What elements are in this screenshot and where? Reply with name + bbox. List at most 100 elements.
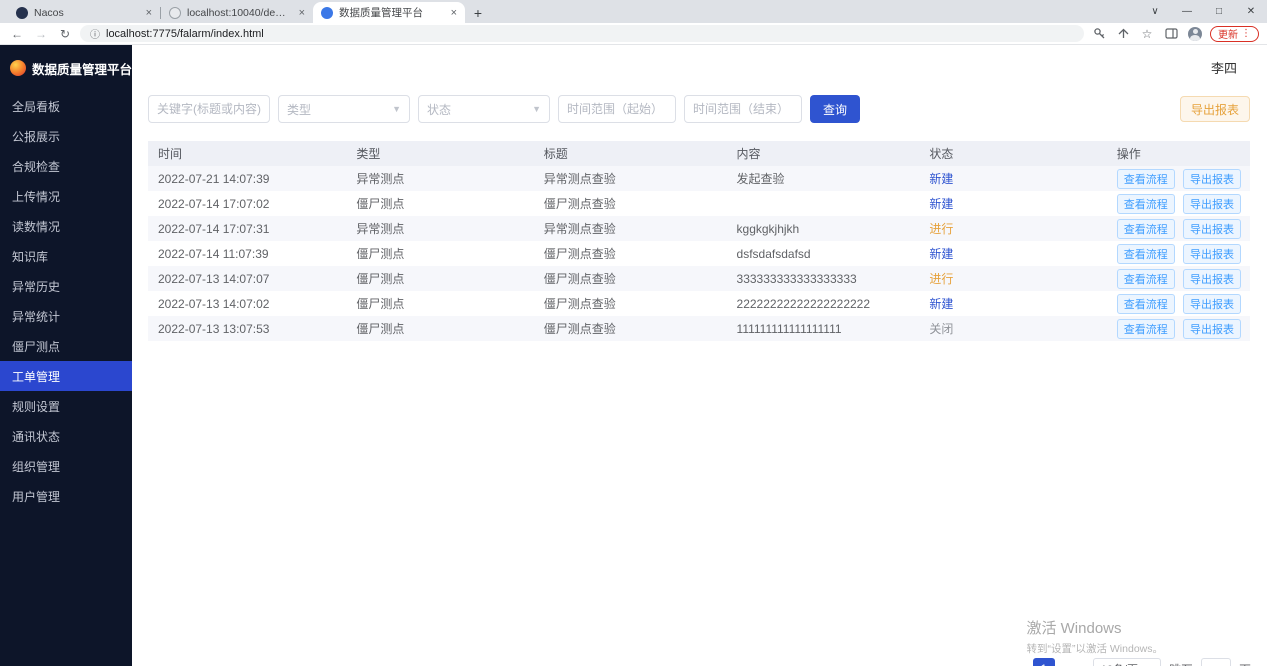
tab-close-icon[interactable]: × bbox=[451, 7, 457, 19]
export-report-button[interactable]: 导出报表 bbox=[1183, 219, 1241, 239]
sidebar-item-label: 工单管理 bbox=[12, 368, 60, 385]
sidebar-item-异常统计[interactable]: 异常统计 bbox=[0, 301, 132, 331]
side-panel-icon[interactable] bbox=[1162, 25, 1180, 43]
cell-title: 异常测点查验 bbox=[534, 166, 727, 191]
cell-content: 22222222222222222222 bbox=[727, 291, 920, 316]
sidebar-item-知识库[interactable]: 知识库 bbox=[0, 241, 132, 271]
export-report-button[interactable]: 导出报表 bbox=[1183, 169, 1241, 189]
pagination: ‹ 1 › 10条/页 ▼ 跳至 页 bbox=[1003, 658, 1251, 666]
tab-close-icon[interactable]: × bbox=[146, 7, 152, 19]
time-end-input[interactable] bbox=[684, 95, 802, 123]
chrome-update-button[interactable]: 更新 ⋮ bbox=[1210, 26, 1259, 42]
jump-page-input[interactable] bbox=[1201, 658, 1231, 666]
next-page-button[interactable]: › bbox=[1063, 658, 1085, 666]
page-number-button[interactable]: 1 bbox=[1033, 658, 1055, 666]
keyword-input[interactable] bbox=[148, 95, 270, 123]
address-bar[interactable]: ⓘ localhost:7775/falarm/index.html bbox=[80, 25, 1084, 42]
sidebar-item-上传情况[interactable]: 上传情况 bbox=[0, 181, 132, 211]
view-process-button[interactable]: 查看流程 bbox=[1117, 219, 1175, 239]
table-row: 2022-07-14 11:07:39 僵尸测点 僵尸测点查验 dsfsdafs… bbox=[148, 241, 1250, 266]
cell-actions: 查看流程 导出报表 bbox=[1107, 216, 1250, 241]
refresh-icon[interactable]: ↻ bbox=[56, 27, 74, 41]
browser-tab-strip: Nacos × localhost:10040/demo/psjdb... × … bbox=[0, 0, 1267, 23]
tab-localhost-demo[interactable]: localhost:10040/demo/psjdb... × bbox=[161, 2, 313, 23]
new-tab-button[interactable]: + bbox=[465, 2, 491, 23]
maximize-button[interactable]: □ bbox=[1203, 0, 1235, 23]
export-report-button[interactable]: 导出报表 bbox=[1183, 194, 1241, 214]
view-process-button[interactable]: 查看流程 bbox=[1117, 319, 1175, 339]
page-info-icon[interactable]: ⓘ bbox=[90, 26, 100, 41]
tab-title: 数据质量管理平台 bbox=[339, 5, 445, 20]
cell-title: 异常测点查验 bbox=[534, 216, 727, 241]
page-size-select[interactable]: 10条/页 ▼ bbox=[1093, 658, 1161, 666]
main-area: 李四 类型 ▼ 状态 ▼ 查询 导出报表 时间类型标题内容 bbox=[132, 45, 1267, 666]
sidebar-item-label: 全局看板 bbox=[12, 98, 60, 115]
sidebar-item-全局看板[interactable]: 全局看板 bbox=[0, 91, 132, 121]
forward-icon[interactable]: → bbox=[32, 27, 50, 41]
status-badge: 新建 bbox=[919, 166, 1106, 191]
time-start-input[interactable] bbox=[558, 95, 676, 123]
sidebar-item-通讯状态[interactable]: 通讯状态 bbox=[0, 421, 132, 451]
cell-title: 僵尸测点查验 bbox=[534, 291, 727, 316]
url-text: localhost:7775/falarm/index.html bbox=[106, 28, 264, 40]
window-controls: ∨ — □ ✕ bbox=[1139, 0, 1267, 23]
cell-actions: 查看流程 导出报表 bbox=[1107, 166, 1250, 191]
sidebar-item-读数情况[interactable]: 读数情况 bbox=[0, 211, 132, 241]
view-process-button[interactable]: 查看流程 bbox=[1117, 244, 1175, 264]
sidebar-item-组织管理[interactable]: 组织管理 bbox=[0, 451, 132, 481]
sidebar-item-合规检查[interactable]: 合规检查 bbox=[0, 151, 132, 181]
export-report-top-button[interactable]: 导出报表 bbox=[1180, 96, 1250, 122]
export-report-button[interactable]: 导出报表 bbox=[1183, 294, 1241, 314]
tab-search-icon[interactable]: ∨ bbox=[1139, 0, 1171, 23]
document-favicon-icon bbox=[169, 7, 181, 19]
view-process-button[interactable]: 查看流程 bbox=[1117, 194, 1175, 214]
jump-label: 跳至 bbox=[1169, 661, 1193, 666]
page-root: 数据质量管理平台 全局看板 公报展示 合规检查 上传情况 读数情况 知识库 异常… bbox=[0, 45, 1267, 666]
tab-nacos[interactable]: Nacos × bbox=[8, 2, 160, 23]
password-key-icon[interactable] bbox=[1090, 25, 1108, 43]
prev-page-button[interactable]: ‹ bbox=[1003, 658, 1025, 666]
type-select[interactable]: 类型 ▼ bbox=[278, 95, 410, 123]
cell-content: dsfsdafsdafsd bbox=[727, 241, 920, 266]
bookmark-star-icon[interactable]: ☆ bbox=[1138, 25, 1156, 43]
share-icon[interactable] bbox=[1114, 25, 1132, 43]
sidebar-item-僵尸测点[interactable]: 僵尸测点 bbox=[0, 331, 132, 361]
cell-actions: 查看流程 导出报表 bbox=[1107, 316, 1250, 341]
sidebar-item-用户管理[interactable]: 用户管理 bbox=[0, 481, 132, 511]
minimize-button[interactable]: — bbox=[1171, 0, 1203, 23]
cell-title: 僵尸测点查验 bbox=[534, 191, 727, 216]
view-process-button[interactable]: 查看流程 bbox=[1117, 269, 1175, 289]
sidebar: 数据质量管理平台 全局看板 公报展示 合规检查 上传情况 读数情况 知识库 异常… bbox=[0, 45, 132, 666]
status-badge: 新建 bbox=[919, 291, 1106, 316]
tab-data-quality-platform[interactable]: 数据质量管理平台 × bbox=[313, 2, 465, 23]
table-row: 2022-07-13 14:07:07 僵尸测点 僵尸测点查验 33333333… bbox=[148, 266, 1250, 291]
table-row: 2022-07-13 13:07:53 僵尸测点 僵尸测点查验 11111111… bbox=[148, 316, 1250, 341]
sidebar-item-label: 规则设置 bbox=[12, 398, 60, 415]
export-report-button[interactable]: 导出报表 bbox=[1183, 269, 1241, 289]
table-row: 2022-07-14 17:07:31 异常测点 异常测点查验 kggkgkjh… bbox=[148, 216, 1250, 241]
tab-close-icon[interactable]: × bbox=[299, 7, 305, 19]
view-process-button[interactable]: 查看流程 bbox=[1117, 294, 1175, 314]
cell-time: 2022-07-13 14:07:02 bbox=[148, 291, 346, 316]
status-badge: 进行 bbox=[919, 266, 1106, 291]
status-badge: 进行 bbox=[919, 216, 1106, 241]
cell-type: 异常测点 bbox=[346, 216, 533, 241]
export-report-button[interactable]: 导出报表 bbox=[1183, 319, 1241, 339]
close-button[interactable]: ✕ bbox=[1235, 0, 1267, 23]
status-select[interactable]: 状态 ▼ bbox=[418, 95, 550, 123]
back-icon[interactable]: ← bbox=[8, 27, 26, 41]
cell-type: 异常测点 bbox=[346, 166, 533, 191]
sidebar-item-规则设置[interactable]: 规则设置 bbox=[0, 391, 132, 421]
profile-avatar[interactable] bbox=[1186, 25, 1204, 43]
sidebar-item-工单管理[interactable]: 工单管理 bbox=[0, 361, 132, 391]
chevron-down-icon: ▼ bbox=[392, 104, 401, 114]
sidebar-item-公报展示[interactable]: 公报展示 bbox=[0, 121, 132, 151]
view-process-button[interactable]: 查看流程 bbox=[1117, 169, 1175, 189]
sidebar-item-异常历史[interactable]: 异常历史 bbox=[0, 271, 132, 301]
export-report-button[interactable]: 导出报表 bbox=[1183, 244, 1241, 264]
current-user[interactable]: 李四 bbox=[1211, 58, 1237, 77]
search-button[interactable]: 查询 bbox=[810, 95, 860, 123]
sidebar-item-label: 公报展示 bbox=[12, 128, 60, 145]
app-logo-title: 数据质量管理平台 bbox=[32, 59, 132, 78]
column-header: 类型 bbox=[346, 141, 533, 166]
